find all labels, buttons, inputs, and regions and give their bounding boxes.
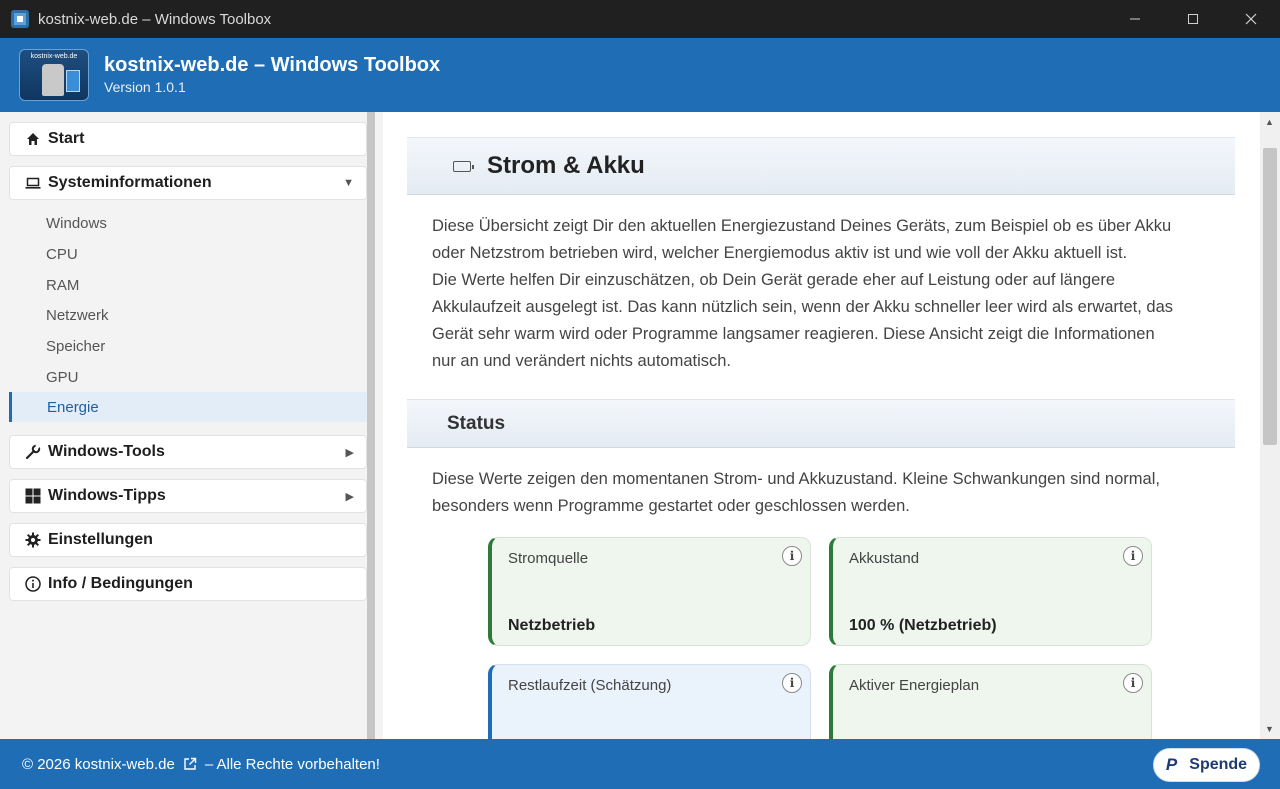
maximize-button[interactable] [1164, 0, 1222, 38]
nav-windows-tipps-label: Windows-Tipps [48, 487, 166, 504]
donate-button[interactable]: P Spende [1153, 748, 1260, 782]
app-logo: kostnix-web.de [19, 49, 89, 101]
close-icon [1245, 13, 1257, 25]
sidebar-item-energie[interactable]: Energie [9, 392, 367, 422]
home-icon [22, 132, 44, 146]
nav-windows-tools[interactable]: Windows-Tools ▶ [9, 435, 367, 469]
sidebar-item-cpu[interactable]: CPU [9, 239, 367, 269]
vertical-scrollbar[interactable]: ▲ ▼ [1260, 112, 1280, 739]
status-text: Diese Werte zeigen den momentanen Strom-… [432, 470, 1160, 515]
card-title: Aktiver Energieplan [849, 677, 980, 694]
status-header: Status [407, 399, 1235, 448]
nav-start[interactable]: Start [9, 122, 367, 156]
card-value: Netzbetrieb [508, 617, 596, 634]
sidebar-item-ram[interactable]: RAM [9, 270, 367, 300]
card-title: Akkustand [849, 550, 920, 567]
page-title: Strom & Akku [487, 152, 645, 179]
chevron-right-icon: ▶ [345, 446, 354, 459]
card-akkustand: Akkustand i 100 % (Netzbetrieb) [829, 537, 1152, 646]
app-header: kostnix-web.de kostnix-web.de – Windows … [0, 38, 1280, 112]
info-icon[interactable]: i [1123, 546, 1143, 566]
nav-windows-tipps[interactable]: Windows-Tipps ▶ [9, 479, 367, 513]
rights-text: – Alle Rechte vorbehalten! [204, 755, 380, 773]
sidebar-item-speicher[interactable]: Speicher [9, 331, 367, 361]
chevron-down-icon: ▼ [343, 177, 354, 189]
app-title: kostnix-web.de – Windows Toolbox [104, 54, 441, 76]
gear-icon [22, 532, 44, 548]
paypal-icon: P [1165, 755, 1178, 774]
nav-systeminformationen[interactable]: Systeminformationen ▼ [9, 166, 367, 200]
card-value: 100 % (Netzbetrieb) [849, 617, 997, 634]
windows-logo-icon [22, 488, 44, 504]
maximize-icon [1188, 14, 1198, 24]
external-link-icon[interactable] [183, 757, 197, 771]
card-title: Restlaufzeit (Schätzung) [508, 677, 672, 694]
donate-label: Spende [1189, 756, 1248, 773]
sidebar: Start Systeminformationen ▼ Windows CPU … [0, 112, 375, 739]
intro-text: Diese Übersicht zeigt Dir den aktuellen … [432, 217, 1174, 370]
window-title: kostnix-web.de – Windows Toolbox [38, 10, 272, 28]
nav-windows-tools-label: Windows-Tools [48, 443, 165, 460]
info-icon[interactable]: i [782, 673, 802, 693]
card-title: Stromquelle [508, 550, 589, 567]
nav-start-label: Start [48, 130, 85, 147]
nav-einstellungen-label: Einstellungen [48, 531, 153, 548]
status-title: Status [447, 412, 506, 434]
info-icon[interactable]: i [1123, 673, 1143, 693]
close-button[interactable] [1222, 0, 1280, 38]
scroll-down-icon[interactable]: ▼ [1265, 724, 1274, 734]
laptop-icon [22, 176, 44, 190]
section-header: Strom & Akku [407, 137, 1235, 195]
card-restlaufzeit: Restlaufzeit (Schätzung) i [488, 664, 811, 739]
card-energieplan: Aktiver Energieplan i [829, 664, 1152, 739]
nav-info-bedingungen[interactable]: Info / Bedingungen [9, 567, 367, 601]
info-circle-icon [22, 576, 44, 592]
copyright-text: © 2026 kostnix-web.de [22, 755, 175, 773]
scroll-up-icon[interactable]: ▲ [1265, 117, 1274, 127]
app-version: Version 1.0.1 [104, 79, 186, 95]
main-content: Strom & Akku Diese Übersicht zeigt Dir d… [383, 112, 1260, 739]
nav-info-bedingungen-label: Info / Bedingungen [48, 575, 193, 592]
sidebar-item-gpu[interactable]: GPU [9, 362, 367, 392]
info-icon[interactable]: i [782, 546, 802, 566]
minimize-button[interactable] [1106, 0, 1164, 38]
title-bar[interactable]: kostnix-web.de – Windows Toolbox [0, 0, 1280, 38]
nav-systeminformationen-label: Systeminformationen [48, 174, 212, 191]
sidebar-item-netzwerk[interactable]: Netzwerk [9, 300, 367, 330]
card-stromquelle: Stromquelle i Netzbetrieb [488, 537, 811, 646]
sidebar-item-windows[interactable]: Windows [9, 208, 367, 238]
scrollbar-thumb[interactable] [1263, 148, 1277, 445]
app-window: kostnix-web.de – Windows Toolbox kostnix… [0, 0, 1280, 789]
wrench-icon [22, 444, 44, 460]
chevron-right-icon: ▶ [345, 490, 354, 503]
app-icon [11, 10, 29, 28]
battery-icon [453, 160, 474, 172]
logo-text: kostnix-web.de [30, 53, 78, 60]
nav-einstellungen[interactable]: Einstellungen [9, 523, 367, 557]
app-footer: © 2026 kostnix-web.de – Alle Rechte vorb… [0, 739, 1280, 789]
minimize-icon [1130, 18, 1140, 20]
